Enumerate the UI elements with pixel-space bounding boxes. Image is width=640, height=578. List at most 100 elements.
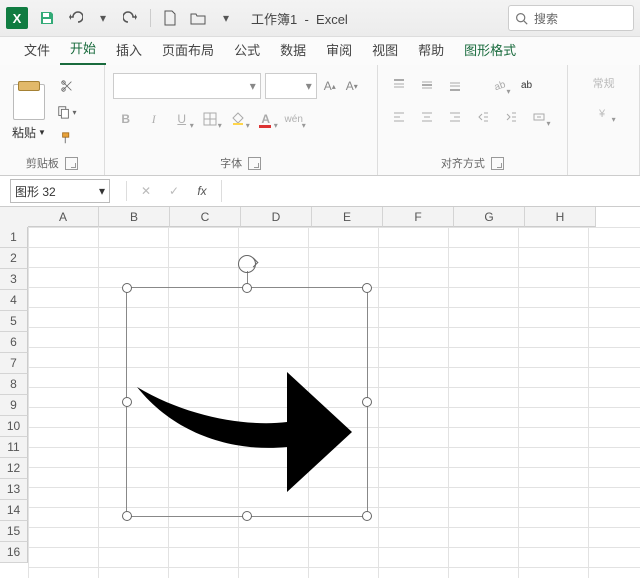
decrease-indent-button[interactable] bbox=[470, 105, 496, 129]
column-header[interactable]: E bbox=[312, 207, 383, 227]
format-painter-button[interactable] bbox=[56, 127, 78, 149]
row-header[interactable]: 15 bbox=[0, 521, 28, 542]
resize-handle-nw[interactable] bbox=[122, 283, 132, 293]
phonetic-button[interactable]: wén▾ bbox=[281, 107, 307, 131]
arrow-shape-icon[interactable] bbox=[126, 287, 368, 517]
orientation-button[interactable]: ab▾ bbox=[486, 73, 512, 97]
fill-color-button[interactable]: ▾ bbox=[225, 107, 251, 131]
column-header[interactable]: G bbox=[454, 207, 525, 227]
underline-button[interactable]: U▾ bbox=[169, 107, 195, 131]
tab-home[interactable]: 开始 bbox=[60, 33, 106, 65]
font-dialog-launcher[interactable] bbox=[248, 157, 261, 170]
tab-help[interactable]: 帮助 bbox=[408, 35, 454, 65]
align-top-button[interactable] bbox=[386, 73, 412, 97]
insert-function-button[interactable]: fx bbox=[189, 179, 215, 203]
row-header[interactable]: 6 bbox=[0, 332, 28, 353]
tab-page-layout[interactable]: 页面布局 bbox=[152, 35, 224, 65]
borders-button[interactable]: ▾ bbox=[197, 107, 223, 131]
tab-insert[interactable]: 插入 bbox=[106, 35, 152, 65]
currency-button[interactable]: ¥▾ bbox=[591, 101, 617, 125]
row-header[interactable]: 7 bbox=[0, 353, 28, 374]
search-placeholder: 搜索 bbox=[534, 10, 558, 27]
rotate-handle[interactable] bbox=[238, 255, 256, 273]
alignment-dialog-launcher[interactable] bbox=[491, 157, 504, 170]
column-header[interactable]: A bbox=[28, 207, 99, 227]
font-color-button[interactable]: A▾ bbox=[253, 107, 279, 131]
align-middle-button[interactable] bbox=[414, 73, 440, 97]
merge-button[interactable]: ▾ bbox=[526, 105, 552, 129]
font-size-combo[interactable]: ▾ bbox=[265, 73, 317, 99]
chevron-down-icon: ▾ bbox=[99, 184, 105, 198]
row-header[interactable]: 14 bbox=[0, 500, 28, 521]
tab-data[interactable]: 数据 bbox=[270, 35, 316, 65]
italic-button[interactable]: I bbox=[141, 107, 167, 131]
tab-shape-format[interactable]: 图形格式 bbox=[454, 35, 526, 65]
open-file-button[interactable] bbox=[185, 5, 211, 31]
qat-customize-icon[interactable]: ▾ bbox=[213, 5, 239, 31]
row-header[interactable]: 12 bbox=[0, 458, 28, 479]
bold-button[interactable]: B bbox=[113, 107, 139, 131]
column-header[interactable]: B bbox=[99, 207, 170, 227]
column-header[interactable]: D bbox=[241, 207, 312, 227]
resize-handle-w[interactable] bbox=[122, 397, 132, 407]
paste-button[interactable]: 粘贴 ▼ bbox=[12, 124, 46, 141]
cells-area[interactable] bbox=[28, 227, 640, 578]
resize-handle-sw[interactable] bbox=[122, 511, 132, 521]
align-right-button[interactable] bbox=[442, 105, 468, 129]
row-header[interactable]: 10 bbox=[0, 416, 28, 437]
formula-input[interactable] bbox=[221, 180, 640, 202]
search-icon bbox=[515, 12, 528, 25]
undo-button[interactable] bbox=[62, 5, 88, 31]
select-all-corner[interactable] bbox=[0, 207, 29, 228]
row-header[interactable]: 5 bbox=[0, 311, 28, 332]
resize-handle-s[interactable] bbox=[242, 511, 252, 521]
name-box[interactable]: 图形 32 ▾ bbox=[10, 179, 110, 203]
app-name: Excel bbox=[316, 12, 348, 27]
resize-handle-ne[interactable] bbox=[362, 283, 372, 293]
copy-button[interactable]: ▾ bbox=[56, 101, 78, 123]
column-header[interactable]: H bbox=[525, 207, 596, 227]
row-header[interactable]: 16 bbox=[0, 542, 28, 563]
row-header[interactable]: 3 bbox=[0, 269, 28, 290]
ribbon-tabs: 文件 开始 插入 页面布局 公式 数据 审阅 视图 帮助 图形格式 bbox=[0, 37, 640, 65]
tab-formulas[interactable]: 公式 bbox=[224, 35, 270, 65]
decrease-font-button[interactable]: A▾ bbox=[343, 77, 361, 95]
align-left-button[interactable] bbox=[386, 105, 412, 129]
save-button[interactable] bbox=[34, 5, 60, 31]
tab-review[interactable]: 审阅 bbox=[316, 35, 362, 65]
row-header[interactable]: 13 bbox=[0, 479, 28, 500]
redo-button[interactable] bbox=[118, 5, 144, 31]
row-header[interactable]: 11 bbox=[0, 437, 28, 458]
tab-file[interactable]: 文件 bbox=[14, 35, 60, 65]
clipboard-dialog-launcher[interactable] bbox=[65, 157, 78, 170]
cancel-formula-button[interactable]: ✕ bbox=[133, 179, 159, 203]
align-center-button[interactable] bbox=[414, 105, 440, 129]
row-header[interactable]: 4 bbox=[0, 290, 28, 311]
row-header[interactable]: 1 bbox=[0, 227, 28, 248]
undo-more-icon[interactable]: ▾ bbox=[90, 5, 116, 31]
title-bar: X ▾ ▾ 工作簿1 - Excel 搜索 bbox=[0, 0, 640, 37]
accept-formula-button[interactable]: ✓ bbox=[161, 179, 187, 203]
cut-button[interactable] bbox=[56, 75, 78, 97]
resize-handle-n[interactable] bbox=[242, 283, 252, 293]
resize-handle-e[interactable] bbox=[362, 397, 372, 407]
svg-text:ab: ab bbox=[492, 79, 505, 92]
wrap-text-button[interactable]: ab bbox=[514, 73, 540, 97]
column-header[interactable]: C bbox=[170, 207, 241, 227]
row-header[interactable]: 9 bbox=[0, 395, 28, 416]
row-header[interactable]: 8 bbox=[0, 374, 28, 395]
font-name-combo[interactable]: ▾ bbox=[113, 73, 261, 99]
tab-view[interactable]: 视图 bbox=[362, 35, 408, 65]
column-header[interactable]: F bbox=[383, 207, 454, 227]
row-header[interactable]: 2 bbox=[0, 248, 28, 269]
align-bottom-button[interactable] bbox=[442, 73, 468, 97]
increase-indent-button[interactable] bbox=[498, 105, 524, 129]
increase-font-button[interactable]: A▴ bbox=[321, 77, 339, 95]
new-file-button[interactable] bbox=[157, 5, 183, 31]
resize-handle-se[interactable] bbox=[362, 511, 372, 521]
svg-text:¥: ¥ bbox=[598, 108, 606, 120]
search-input[interactable]: 搜索 bbox=[508, 5, 634, 31]
selected-shape[interactable] bbox=[126, 287, 368, 517]
worksheet-grid[interactable]: ABCDEFGH 12345678910111213141516 bbox=[0, 207, 640, 578]
group-font: ▾ ▾ A▴ A▾ B I U▾ ▾ ▾ A▾ wén▾ 字体 bbox=[105, 65, 378, 175]
